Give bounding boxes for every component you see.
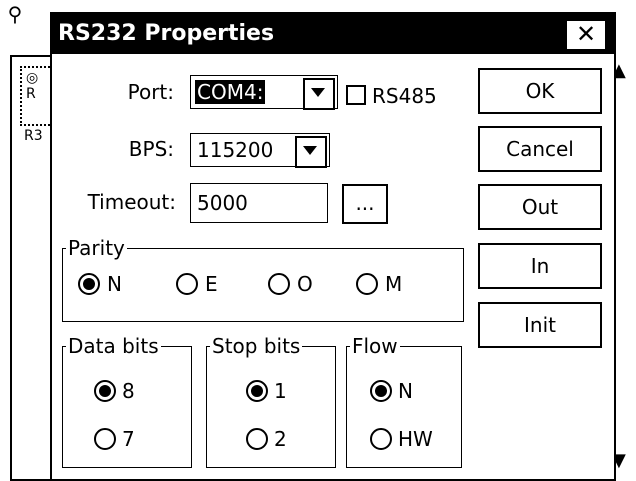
close-button[interactable]: ✕ (566, 20, 606, 50)
bps-value: 115200 (197, 138, 274, 162)
flow-option-hw-label: HW (398, 427, 433, 451)
timeout-browse-button[interactable]: ... (342, 184, 388, 224)
bps-select[interactable]: 115200 (190, 133, 330, 168)
port-value: COM4: (195, 80, 266, 104)
port-label: Port: (127, 80, 174, 104)
background-list-item[interactable]: ◎ R (20, 66, 50, 126)
bps-dropdown-arrow-icon[interactable] (295, 136, 327, 168)
stop-bits-radio-1[interactable] (246, 380, 268, 402)
parity-option-n-label: N (107, 272, 122, 296)
data-bits-radio-8[interactable] (94, 380, 116, 402)
in-button[interactable]: In (478, 243, 602, 289)
rs485-checkbox[interactable] (346, 85, 366, 105)
flow-radio-n[interactable] (370, 380, 392, 402)
data-bits-option-7-label: 7 (122, 427, 135, 451)
flow-group-title: Flow (350, 334, 400, 358)
port-dropdown-arrow-icon[interactable] (303, 78, 335, 110)
parity-radio-e[interactable] (176, 273, 198, 295)
data-bits-radio-7[interactable] (94, 428, 116, 450)
out-button[interactable]: Out (478, 184, 602, 230)
parity-radio-o[interactable] (268, 273, 290, 295)
data-bits-option-8-label: 8 (122, 379, 135, 403)
bps-label: BPS: (128, 137, 174, 161)
stop-bits-group (206, 346, 336, 468)
parity-group-title: Parity (66, 236, 127, 260)
stop-bits-radio-2[interactable] (246, 428, 268, 450)
stop-bits-option-2-label: 2 (274, 427, 287, 451)
parity-radio-n[interactable] (78, 273, 100, 295)
dialog-title: RS232 Properties (58, 21, 275, 46)
rs485-label: RS485 (372, 84, 437, 108)
init-button[interactable]: Init (478, 302, 602, 348)
timeout-value: 5000 (197, 191, 248, 215)
background-item-label: R (26, 86, 36, 102)
parity-option-o-label: O (297, 272, 313, 296)
background-item-label-2: R3 (24, 128, 43, 144)
cancel-button[interactable]: Cancel (478, 126, 602, 172)
parity-radio-m[interactable] (356, 273, 378, 295)
port-select[interactable]: COM4: (190, 75, 338, 110)
timeout-input[interactable]: 5000 (190, 183, 328, 223)
stop-bits-option-1-label: 1 (274, 379, 287, 403)
ok-button[interactable]: OK (478, 68, 602, 114)
flow-radio-hw[interactable] (370, 428, 392, 450)
stop-bits-group-title: Stop bits (210, 334, 303, 358)
search-icon[interactable]: ⚲ (0, 0, 30, 30)
timeout-label: Timeout: (87, 190, 176, 214)
flow-option-n-label: N (398, 379, 413, 403)
parity-option-m-label: M (385, 272, 403, 296)
data-bits-group-title: Data bits (66, 334, 161, 358)
parity-option-e-label: E (205, 272, 218, 296)
